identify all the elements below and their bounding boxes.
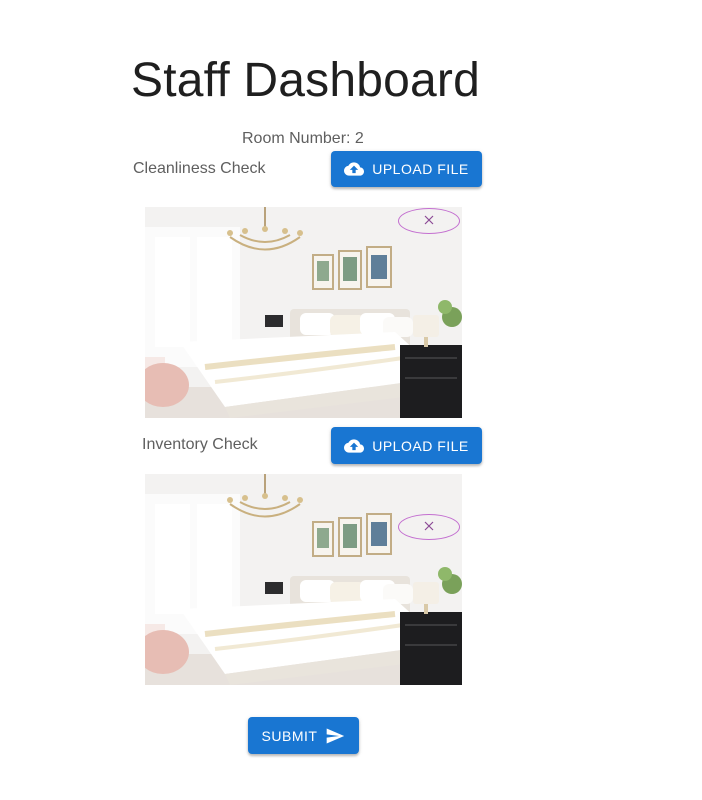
inventory-photo-preview <box>145 474 462 685</box>
send-icon <box>325 726 345 746</box>
cloud-upload-icon <box>344 159 365 179</box>
close-icon <box>424 212 434 230</box>
staff-dashboard-page: Staff Dashboard Room Number: 2 Cleanline… <box>0 0 702 800</box>
bedroom-image <box>145 207 462 418</box>
upload-button-label: UPLOAD FILE <box>372 161 469 177</box>
cleanliness-upload-button[interactable]: UPLOAD FILE <box>331 151 482 187</box>
upload-button-label: UPLOAD FILE <box>372 437 469 454</box>
bedroom-image <box>145 474 462 685</box>
cleanliness-photo-preview <box>145 207 462 418</box>
inventory-check-label: Inventory Check <box>142 436 258 453</box>
inventory-upload-button[interactable]: UPLOAD FILE <box>331 427 482 464</box>
cloud-upload-icon <box>344 436 365 456</box>
submit-button-label: SUBMIT <box>261 727 318 744</box>
page-title: Staff Dashboard <box>131 54 481 107</box>
close-icon <box>424 518 434 536</box>
cleanliness-remove-button[interactable] <box>398 208 460 234</box>
inventory-remove-button[interactable] <box>398 514 460 540</box>
room-number-label: Room Number: 2 <box>242 130 364 147</box>
submit-button[interactable]: SUBMIT <box>248 717 359 754</box>
cleanliness-check-label: Cleanliness Check <box>133 160 266 177</box>
